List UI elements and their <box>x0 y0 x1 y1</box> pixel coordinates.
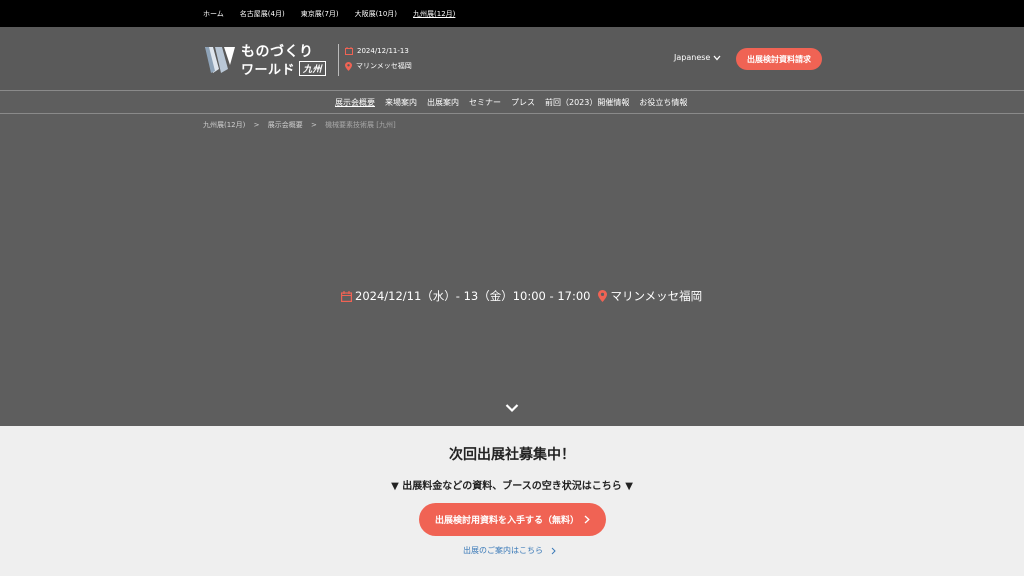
header-date: 2024/12/11-13 <box>345 47 409 55</box>
exhibitor-guide-link[interactable]: 出展のご案内はこちら <box>463 545 556 556</box>
subnav-overview[interactable]: 展示会概要 <box>335 97 375 108</box>
header-place: マリンメッセ福岡 <box>345 61 412 71</box>
breadcrumb: 九州展(12月) > 展示会概要 > 機械要素技術展 [九州] <box>203 120 402 130</box>
recruit-lead: ▼ 出展料金などの資料、ブースの空き状況はこちら ▼ <box>391 481 633 492</box>
get-materials-button[interactable]: 出展検討用資料を入手する（無料） <box>419 503 606 536</box>
exhibitor-recruit-section: 次回出展社募集中！ ▼ 出展料金などの資料、ブースの空き状況はこちら ▼ 出展検… <box>0 426 1024 576</box>
recruit-title: 次回出展社募集中！ <box>449 447 575 463</box>
topnav-kyushu[interactable]: 九州展(12月) <box>413 9 455 19</box>
get-materials-label: 出展検討用資料を入手する（無料） <box>434 516 579 526</box>
sub-navigation: 展示会概要 来場案内 出展案内 セミナー プレス 前回（2023）開催情報 お役… <box>0 90 1024 114</box>
topnav-home[interactable]: ホーム <box>203 9 224 19</box>
topnav-nagoya[interactable]: 名古屋展(4月) <box>240 9 285 19</box>
topnav-osaka[interactable]: 大阪展(10月) <box>355 9 397 19</box>
exhibitor-guide-link-label: 出展のご案内はこちら <box>463 546 543 555</box>
hero-datetime: 2024/12/11（水）- 13（金）10:00 - 17:00 <box>355 289 591 303</box>
logo-region: 九州 <box>299 61 327 76</box>
map-pin-icon <box>345 61 352 71</box>
subnav-seminar[interactable]: セミナー <box>469 97 501 108</box>
site-header: ものづくり ワールド 九州 2024/12/11-13 マリンメッセ福岡 Japa… <box>0 27 1024 90</box>
subnav-visitor-guide[interactable]: 来場案内 <box>385 97 417 108</box>
breadcrumb-current: 機械要素技術展 [九州] <box>325 121 396 129</box>
header-divider <box>338 44 339 76</box>
site-logo[interactable]: ものづくり ワールド 九州 <box>203 41 333 78</box>
scroll-down-chevron-icon[interactable] <box>505 403 519 413</box>
subnav-previous[interactable]: 前回（2023）開催情報 <box>545 97 629 108</box>
header-place-text: マリンメッセ福岡 <box>356 62 412 70</box>
breadcrumb-overview[interactable]: 展示会概要 <box>268 121 303 129</box>
header-date-text: 2024/12/11-13 <box>357 47 409 55</box>
calendar-icon <box>341 290 352 302</box>
breadcrumb-kyushu[interactable]: 九州展(12月) <box>203 121 245 129</box>
breadcrumb-separator: > <box>310 121 317 129</box>
logo-line1: ものづくり <box>241 44 314 60</box>
logo-line2: ワールド 九州 <box>241 59 327 78</box>
breadcrumb-separator: > <box>253 121 260 129</box>
hero-event-info: 2024/12/11（水）- 13（金）10:00 - 17:00 マリンメッセ… <box>341 288 702 304</box>
language-label: Japanese <box>674 53 711 62</box>
top-navigation: ホーム 名古屋展(4月) 東京展(7月) 大阪展(10月) 九州展(12月) <box>0 0 1024 27</box>
map-pin-icon <box>598 290 608 302</box>
chevron-right-icon <box>551 547 556 554</box>
subnav-exhibitor-guide[interactable]: 出展案内 <box>427 97 459 108</box>
logo-mark-icon <box>205 47 235 73</box>
subnav-press[interactable]: プレス <box>511 97 535 108</box>
chevron-down-icon <box>713 55 721 60</box>
chevron-right-icon <box>584 515 590 524</box>
language-selector[interactable]: Japanese <box>674 53 721 62</box>
subnav-useful-info[interactable]: お役立ち情報 <box>639 97 687 108</box>
request-materials-button[interactable]: 出展検討資料請求 <box>736 48 822 70</box>
calendar-icon <box>345 47 353 55</box>
hero-venue: マリンメッセ福岡 <box>610 289 703 303</box>
topnav-tokyo[interactable]: 東京展(7月) <box>301 9 339 19</box>
